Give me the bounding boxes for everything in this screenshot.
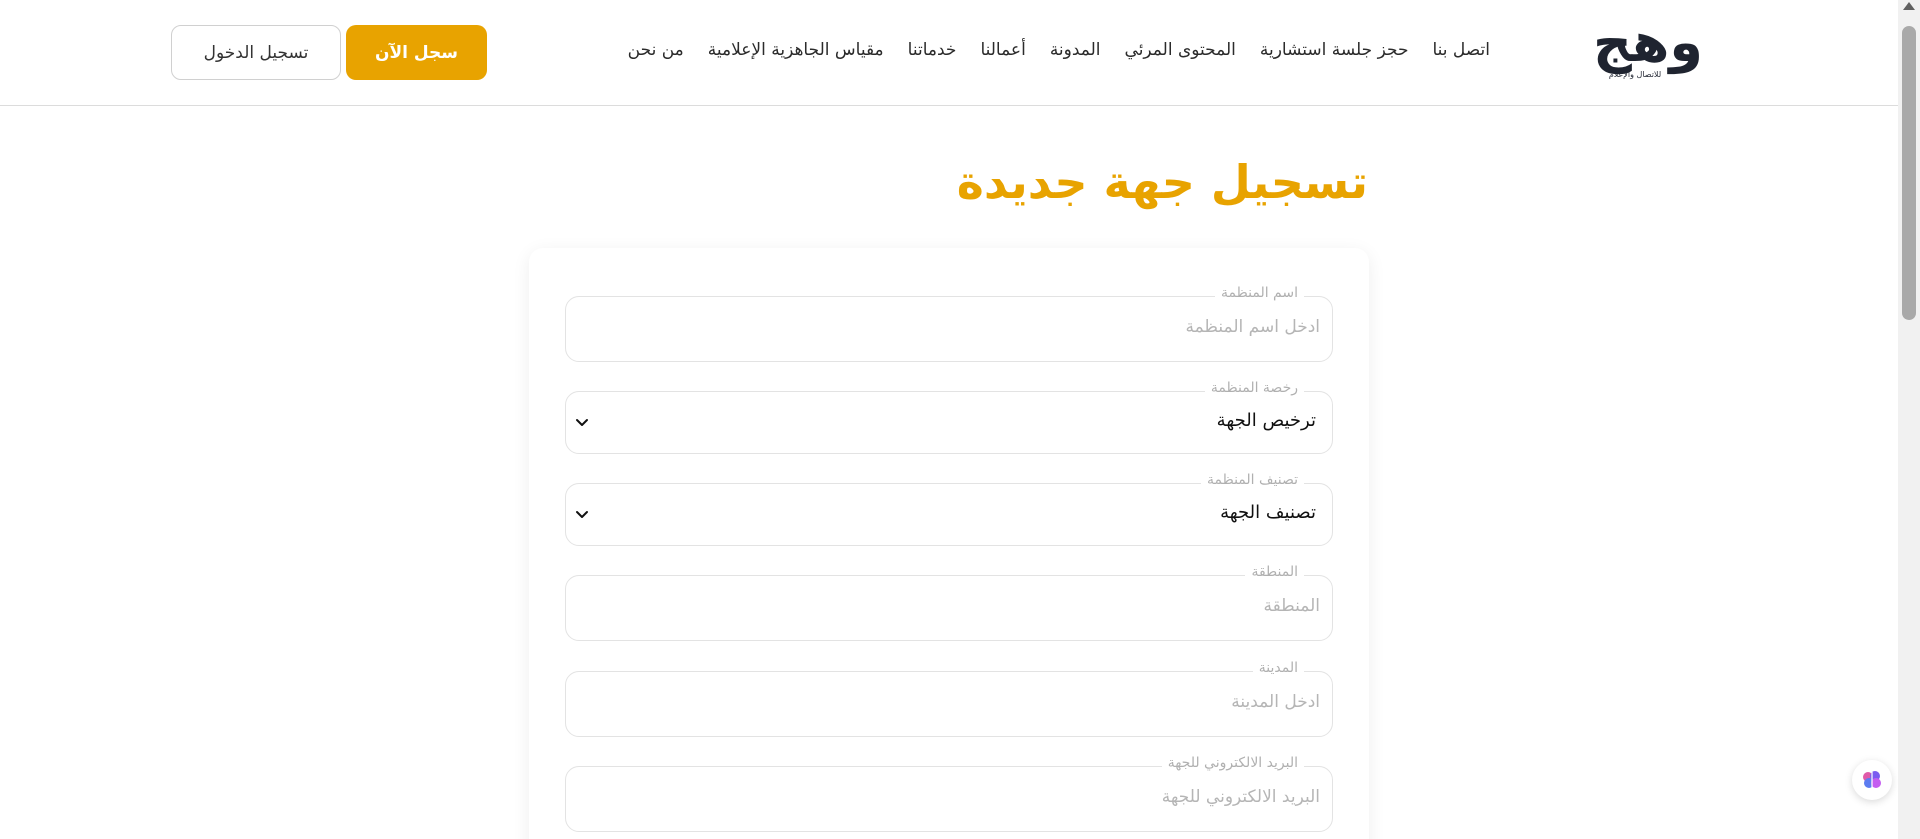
logo-mark: وهج	[1593, 11, 1705, 74]
region-field: المنطقة	[565, 564, 1333, 641]
org-license-select[interactable]: رخصة المنظمة ترخيص الجهة	[565, 380, 1333, 454]
org-category-label: تصنيف المنظمة	[1201, 472, 1304, 488]
brain-icon	[1863, 771, 1881, 788]
org-name-input[interactable]	[600, 317, 1320, 337]
org-license-value: ترخيص الجهة	[1216, 410, 1316, 431]
org-email-label: البريد الالكتروني للجهة	[1161, 755, 1304, 771]
scroll-up-arrow-icon[interactable]	[1903, 2, 1915, 10]
region-label: المنطقة	[1245, 564, 1304, 580]
city-input[interactable]	[600, 692, 1320, 712]
org-name-label: اسم المنظمة	[1215, 285, 1304, 301]
logo-tagline: للاتصال والإعلام	[1608, 70, 1662, 79]
scrollbar-thumb[interactable]	[1902, 26, 1916, 320]
page-scrollbar[interactable]	[1898, 0, 1920, 839]
city-field: المدينة	[565, 660, 1333, 737]
brand-logo[interactable]: وهج للاتصال والإعلام	[1570, 16, 1726, 82]
chevron-down-icon	[576, 511, 588, 518]
org-email-field: البريد الالكتروني للجهة	[565, 755, 1333, 832]
nav-item-portfolio[interactable]: أعمالنا	[980, 40, 1025, 60]
nav-item-blog[interactable]: المدونة	[1050, 40, 1101, 60]
login-button[interactable]: تسجيل الدخول	[171, 25, 341, 80]
org-category-select[interactable]: تصنيف المنظمة تصنيف الجهة	[565, 472, 1333, 546]
org-category-value: تصنيف الجهة	[1220, 502, 1316, 523]
chevron-down-icon	[576, 419, 588, 426]
nav-item-media-readiness[interactable]: مقياس الجاهزية الإعلامية	[708, 40, 884, 60]
region-input[interactable]	[600, 596, 1320, 616]
org-license-label: رخصة المنظمة	[1204, 380, 1304, 396]
org-name-field: اسم المنظمة	[565, 285, 1333, 362]
nav-item-visual-content[interactable]: المحتوى المرئي	[1125, 40, 1236, 60]
nav-item-book-consultation[interactable]: حجز جلسة استشارية	[1260, 40, 1409, 60]
nav-item-contact[interactable]: اتصل بنا	[1432, 40, 1490, 60]
assistant-widget-button[interactable]	[1852, 760, 1892, 800]
city-label: المدينة	[1252, 660, 1304, 676]
register-now-button[interactable]: سجل الآن	[346, 25, 487, 80]
page-title: تسجيل جهة جديدة	[956, 155, 1368, 209]
site-header: وهج للاتصال والإعلام من نحن مقياس الجاهز…	[0, 0, 1898, 106]
nav-item-services[interactable]: خدماتنا	[908, 40, 957, 60]
org-email-input[interactable]	[600, 787, 1320, 807]
nav-item-about[interactable]: من نحن	[628, 40, 684, 60]
main-nav: من نحن مقياس الجاهزية الإعلامية خدماتنا …	[628, 40, 1490, 60]
